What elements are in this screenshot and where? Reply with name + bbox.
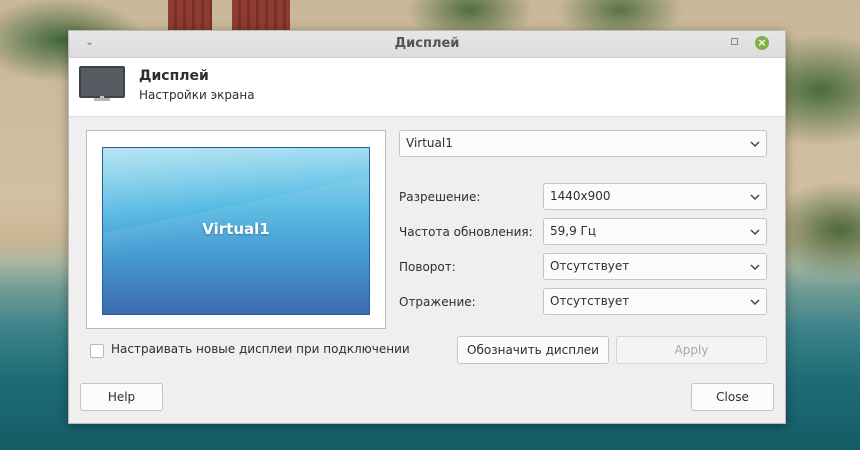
desktop-wallpaper: ⌄ Дисплей × Дисплей Настройки экрана Vir…: [0, 0, 860, 450]
reflection-label: Отражение:: [399, 295, 476, 309]
header-banner: Дисплей Настройки экрана: [69, 58, 785, 117]
header-subtitle: Настройки экрана: [139, 88, 255, 102]
restore-icon[interactable]: [731, 38, 738, 45]
chevron-down-icon: [750, 264, 760, 271]
header-title: Дисплей: [139, 68, 209, 84]
refresh-rate-value: 59,9 Гц: [550, 224, 597, 238]
help-button[interactable]: Help: [80, 383, 163, 411]
wallpaper-roof: [168, 0, 212, 30]
auto-configure-label: Настраивать новые дисплеи при подключени…: [111, 342, 410, 356]
close-button[interactable]: Close: [691, 383, 774, 411]
output-select[interactable]: Virtual1: [399, 130, 767, 157]
resolution-label: Разрешение:: [399, 190, 481, 204]
resolution-value: 1440x900: [550, 189, 611, 203]
close-window-icon[interactable]: ×: [755, 36, 769, 50]
resolution-select[interactable]: 1440x900: [543, 183, 767, 210]
output-select-value: Virtual1: [406, 136, 453, 150]
monitor-icon: [79, 66, 125, 101]
identify-displays-button[interactable]: Обозначить дисплеи: [457, 336, 609, 364]
display-preview-label: Virtual1: [202, 220, 270, 238]
chevron-down-icon: [750, 194, 760, 201]
display-settings-window: ⌄ Дисплей × Дисплей Настройки экрана Vir…: [68, 30, 786, 424]
display-preview-virtual1[interactable]: Virtual1: [102, 147, 370, 315]
chevron-down-icon: [750, 141, 760, 148]
chevron-down-icon: [750, 299, 760, 306]
rotation-value: Отсутствует: [550, 259, 630, 273]
apply-button[interactable]: Apply: [616, 336, 767, 364]
refresh-rate-label: Частота обновления:: [399, 225, 533, 239]
reflection-select[interactable]: Отсутствует: [543, 288, 767, 315]
rotation-select[interactable]: Отсутствует: [543, 253, 767, 280]
auto-configure-checkbox[interactable]: [90, 344, 104, 358]
wallpaper-roof: [232, 0, 290, 30]
display-layout-preview: Virtual1: [86, 130, 386, 329]
reflection-value: Отсутствует: [550, 294, 630, 308]
chevron-down-icon: [750, 229, 760, 236]
rotation-label: Поворот:: [399, 260, 456, 274]
window-title: Дисплей: [394, 36, 460, 51]
title-bar[interactable]: ⌄ Дисплей ×: [69, 31, 785, 58]
refresh-rate-select[interactable]: 59,9 Гц: [543, 218, 767, 245]
